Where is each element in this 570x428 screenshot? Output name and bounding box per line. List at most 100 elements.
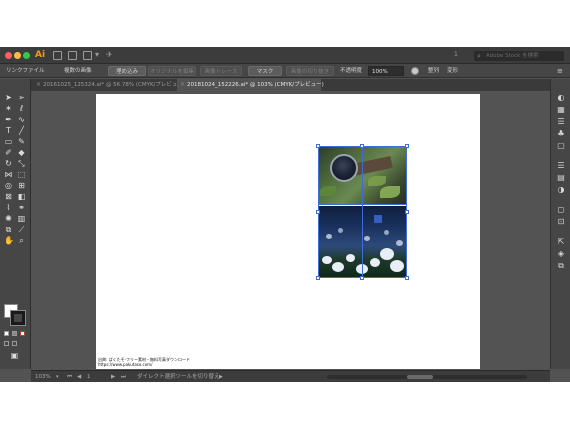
brushes-icon[interactable]: ☰ [556, 117, 566, 127]
chevron-down-icon[interactable]: ▾ [56, 371, 59, 382]
line-icon[interactable]: ╱ [17, 126, 26, 135]
link-file-label[interactable]: リンクファイル [6, 66, 45, 76]
resize-handle-sw[interactable] [316, 276, 320, 280]
pen-icon[interactable]: ✒ [4, 115, 13, 124]
scroll-thumb[interactable] [407, 375, 433, 379]
symbol-sprayer-icon[interactable]: ✺ [4, 214, 13, 223]
resize-handle-e[interactable] [405, 210, 409, 214]
curvature-icon[interactable]: ∿ [17, 115, 26, 124]
tab-document-1[interactable]: × 20161025_125324.ai* @ 56.78% (CMYK/プレビ… [33, 79, 185, 91]
eraser-icon[interactable]: ◆ [17, 148, 26, 157]
resize-handle-nw[interactable] [316, 144, 320, 148]
play-icon[interactable]: ▶ [219, 371, 223, 382]
graphic-styles-icon[interactable]: ▢ [556, 141, 566, 151]
close-window-button[interactable] [5, 52, 12, 59]
zoom-icon[interactable]: ⌕ [17, 236, 26, 245]
resize-handle-s[interactable] [360, 276, 364, 280]
layers-icon[interactable]: ◈ [556, 249, 566, 259]
chevron-down-icon[interactable]: ▾ [95, 50, 99, 59]
color-guide-icon[interactable]: ◐ [556, 93, 566, 103]
slice-icon[interactable]: ⟋ [17, 225, 26, 234]
gradient-mode-icon[interactable] [12, 331, 17, 336]
first-artboard-icon[interactable]: ⏮ [67, 371, 72, 382]
tab-document-2[interactable]: × 20181024_152226.ai* @ 103% (CMYK/プレビュー… [177, 79, 324, 91]
tab-label: 20161025_125324.ai* @ 56.78% (CMYK/プレビュー… [43, 82, 186, 88]
resize-handle-se[interactable] [405, 276, 409, 280]
artboard[interactable] [96, 94, 480, 369]
horizontal-scrollbar[interactable] [327, 375, 527, 379]
scale-icon[interactable]: ⤡ [17, 159, 26, 168]
none-mode-icon[interactable] [20, 331, 25, 336]
direct-selection-tool-icon[interactable]: ➢ [17, 93, 26, 102]
arrange-documents-icon[interactable] [83, 51, 92, 60]
opacity-field[interactable]: 100% [368, 66, 404, 76]
type-icon[interactable]: T [4, 126, 13, 135]
embed-button[interactable]: 埋め込み [108, 66, 146, 76]
color-mode-icon[interactable] [4, 331, 9, 336]
shape-builder-icon[interactable]: ◎ [4, 181, 13, 190]
graph-icon[interactable]: ▥ [17, 214, 26, 223]
artboard-number[interactable]: 1 [87, 371, 91, 382]
center-point-marker[interactable] [374, 215, 382, 223]
next-artboard-icon[interactable]: ▶ [111, 371, 115, 382]
resize-handle-ne[interactable] [405, 144, 409, 148]
rotate-icon[interactable]: ↻ [4, 159, 13, 168]
align-link[interactable]: 整列 [428, 66, 439, 76]
selection-tool-icon[interactable]: ➤ [4, 93, 13, 102]
magic-wand-icon[interactable]: ✶ [4, 104, 13, 113]
shaper-icon[interactable]: ✐ [4, 148, 13, 157]
export-icon[interactable]: ⇱ [556, 237, 566, 247]
panel-menu-icon[interactable]: ≡ [557, 66, 563, 76]
bridge-icon[interactable] [53, 51, 62, 60]
rectangle-icon[interactable]: ▭ [4, 137, 13, 146]
artboards-panel-icon[interactable]: ⧉ [556, 261, 566, 271]
multiple-images-label[interactable]: 複数の画像 [64, 66, 92, 76]
draw-behind-icon[interactable] [12, 341, 17, 346]
transparency-panel-icon[interactable]: ◑ [556, 185, 566, 195]
transform-link[interactable]: 変形 [447, 66, 458, 76]
libraries-icon[interactable]: ⊡ [556, 217, 566, 227]
gradient-panel-icon[interactable]: ▤ [556, 173, 566, 183]
stroke-swatch[interactable] [10, 310, 26, 326]
eyedropper-icon[interactable]: ⌇ [4, 203, 13, 212]
mesh-icon[interactable]: ⊠ [4, 192, 13, 201]
close-tab-icon[interactable]: × [36, 79, 41, 91]
symbols-icon[interactable]: ♣ [556, 129, 566, 139]
draw-normal-icon[interactable] [4, 341, 9, 346]
appearance-panel-icon[interactable]: ◻ [556, 205, 566, 215]
lasso-icon[interactable]: ℓ [17, 104, 26, 113]
search-icon: ⌕ [477, 52, 481, 60]
tab-label: 20181024_152226.ai* @ 103% (CMYK/プレビュー) [187, 82, 324, 88]
blend-icon[interactable]: ⚭ [17, 203, 26, 212]
stroke-panel-icon[interactable]: ☰ [556, 161, 566, 171]
paintbrush-icon[interactable]: ✎ [17, 137, 26, 146]
adobe-stock-search[interactable]: ⌕ Adobe Stock を検索 [474, 51, 564, 61]
control-bar: リンクファイル 複数の画像 埋め込み オリジナルを編集 画像トレース マスク 画… [0, 64, 570, 78]
resize-handle-n[interactable] [360, 144, 364, 148]
screen-mode-icon[interactable]: ▣ [10, 351, 19, 360]
credit-line-2: https://www.pakutaso.com/ [98, 362, 153, 367]
swatches-icon[interactable]: ▦ [556, 105, 566, 115]
recolor-artwork-icon[interactable] [411, 67, 419, 75]
zoom-window-button[interactable] [23, 52, 30, 59]
zoom-level[interactable]: 103% [35, 371, 51, 382]
last-artboard-icon[interactable]: ⏭ [121, 371, 126, 382]
perspective-icon[interactable]: ⊞ [17, 181, 26, 190]
width-icon[interactable]: ⋈ [4, 170, 13, 179]
title-bar: Ai ▾ ✈ 1 ⌕ Adobe Stock を検索 [0, 47, 570, 64]
search-placeholder: Adobe Stock を検索 [486, 53, 539, 59]
close-tab-icon[interactable]: × [180, 79, 185, 91]
opacity-label[interactable]: 不透明度 [340, 66, 362, 76]
artboard-icon[interactable]: ⧉ [4, 225, 13, 234]
resize-handle-w[interactable] [316, 210, 320, 214]
minimize-window-button[interactable] [14, 52, 21, 59]
gradient-icon[interactable]: ◧ [17, 192, 26, 201]
image-trace-button: 画像トレース [200, 66, 242, 76]
hand-icon[interactable]: ✋ [4, 236, 14, 245]
mask-button[interactable]: マスク [248, 66, 282, 76]
gpu-performance-icon[interactable]: ✈ [106, 50, 113, 59]
prev-artboard-icon[interactable]: ◀ [77, 371, 81, 382]
workspace-switcher[interactable]: 1 [454, 51, 458, 58]
stock-icon[interactable] [68, 51, 77, 60]
free-transform-icon[interactable]: ⬚ [17, 170, 26, 179]
